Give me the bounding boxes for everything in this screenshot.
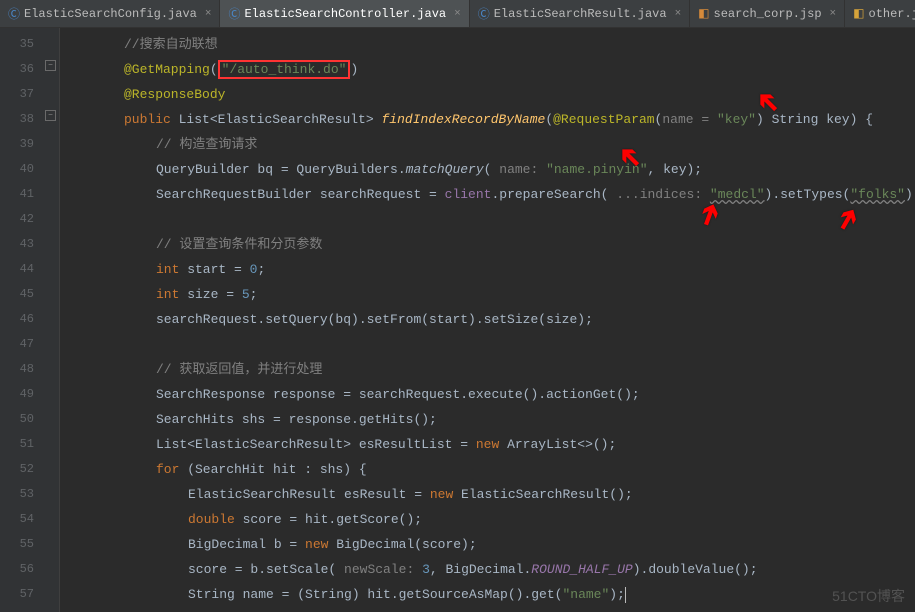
tab-js[interactable]: ◧other.js× — [845, 0, 915, 27]
close-icon[interactable]: × — [830, 8, 837, 20]
editor-tabs: ⒸElasticSearchConfig.java× ⒸElasticSearc… — [0, 0, 915, 28]
code-area[interactable]: //搜索自动联想 @GetMapping("/auto_think.do") @… — [60, 28, 915, 612]
close-icon[interactable]: × — [675, 8, 682, 20]
text-caret — [625, 587, 626, 603]
watermark: 51CTO博客 — [832, 586, 905, 606]
fold-marker-icon[interactable]: − — [45, 110, 56, 121]
tab-jsp[interactable]: ◧search_corp.jsp× — [690, 0, 845, 27]
fold-gutter: − − — [42, 28, 60, 612]
line-gutter: 3536373839404142434445464748495051525354… — [0, 28, 42, 612]
close-icon[interactable]: × — [454, 8, 461, 20]
code-editor[interactable]: 3536373839404142434445464748495051525354… — [0, 28, 915, 612]
tab-config[interactable]: ⒸElasticSearchConfig.java× — [0, 0, 220, 27]
tab-result[interactable]: ⒸElasticSearchResult.java× — [470, 0, 690, 27]
highlight-box: "/auto_think.do" — [218, 60, 351, 79]
fold-marker-icon[interactable]: − — [45, 60, 56, 71]
tab-controller[interactable]: ⒸElasticSearchController.java× — [220, 0, 469, 27]
close-icon[interactable]: × — [205, 8, 212, 20]
